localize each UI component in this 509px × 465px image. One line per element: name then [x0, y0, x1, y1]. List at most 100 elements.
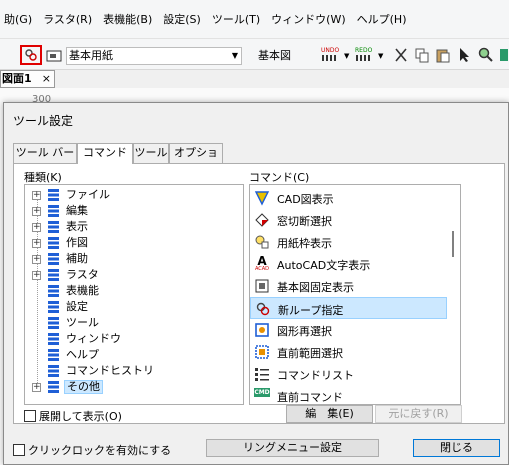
window-cut-select-icon [254, 212, 270, 228]
tree-item[interactable]: ウィンドウ [25, 331, 243, 347]
tree-item[interactable]: + 編集 [25, 203, 243, 219]
command-list-scrollbar[interactable] [447, 185, 460, 404]
restore-button[interactable]: 元に戻す(R) [375, 405, 462, 423]
paper-select[interactable]: 基本用紙 ▼ [66, 47, 242, 65]
tree-item-label: 表示 [66, 220, 88, 233]
command-list-item[interactable]: CMD 直前コマンド [250, 385, 447, 404]
command-list-icon [254, 366, 270, 382]
command-list-item[interactable]: 新ループ指定 [250, 297, 447, 319]
tab-options[interactable]: オプション [169, 143, 223, 177]
expand-view-checkbox[interactable]: 展開して表示(O) [24, 408, 122, 424]
paper-icon[interactable] [45, 47, 63, 65]
tree-item-label: ヘルプ [66, 348, 99, 361]
tree-item[interactable]: 設定 [25, 299, 243, 315]
command-list-item-label: コマンドリスト [277, 369, 354, 382]
command-list-item[interactable]: 基本図固定表示 [250, 275, 447, 297]
scrollbar-thumb[interactable] [452, 231, 454, 257]
tree-item[interactable]: + ファイル [25, 187, 243, 203]
tree-item-label: 作図 [66, 236, 88, 249]
redo-icon[interactable]: REDO [354, 46, 376, 64]
redo-dropdown-icon[interactable]: ▼ [378, 52, 383, 60]
tree-item[interactable]: + ラスタ [25, 267, 243, 283]
command-list-item-label: 直前コマンド [277, 391, 343, 404]
cut-icon[interactable] [392, 46, 410, 64]
expand-plus-icon[interactable]: + [32, 191, 41, 200]
close-icon[interactable]: × [42, 71, 51, 87]
menu-assist[interactable]: 助(G) [4, 11, 32, 27]
reselect-shape-icon [254, 322, 270, 338]
tree-item[interactable]: + 表示 [25, 219, 243, 235]
tab-toolbar[interactable]: ツール バー [13, 143, 77, 163]
paper-frame-icon [254, 234, 270, 250]
tree-item[interactable]: コマンドヒストリ [25, 363, 243, 379]
command-list-item[interactable]: 用紙枠表示 [250, 231, 447, 253]
tree-item[interactable]: ツール [25, 315, 243, 331]
menu-help[interactable]: ヘルプ(H) [357, 11, 407, 27]
copy-icon[interactable] [413, 46, 431, 64]
expand-plus-icon[interactable]: + [32, 271, 41, 280]
undo-dropdown-icon[interactable]: ▼ [344, 52, 349, 60]
command-label: コマンド(C) [249, 171, 310, 184]
previous-range-icon [254, 344, 270, 360]
category-icon [47, 300, 60, 314]
command-list-item[interactable]: CAD図表示 [250, 187, 447, 209]
menu-settings[interactable]: 設定(S) [163, 11, 201, 27]
command-list-item-label: 用紙枠表示 [277, 237, 332, 250]
expand-plus-icon[interactable]: + [32, 383, 41, 392]
tree-item-label: 設定 [66, 300, 88, 313]
edit-button[interactable]: 編 集(E) [286, 405, 373, 423]
category-tree[interactable]: + ファイル + 編集 + 表示 + 作図 + 補助 + ラスタ 表機能 設定 ツール ウィンドウ ヘルプ コマン… [24, 184, 244, 405]
tree-item[interactable]: + 補助 [25, 251, 243, 267]
command-list[interactable]: CMD 直前コマンド コマンドリスト 直前範囲選択 図形再選択 新ループ指定 基本図固定表示… [249, 184, 461, 405]
cad-display-icon [254, 190, 270, 206]
tree-item-label: その他 [64, 380, 103, 394]
category-icon [47, 236, 60, 250]
tree-item[interactable]: + その他 [25, 379, 243, 395]
menu-window[interactable]: ウィンドウ(W) [271, 11, 345, 27]
undo-icon[interactable]: UNDO [320, 46, 342, 64]
redo-icon-text: REDO [355, 47, 373, 54]
base-drawing-label[interactable]: 基本図 [258, 47, 291, 65]
command-list-item[interactable]: 直前範囲選択 [250, 341, 447, 363]
paper-select-value: 基本用紙 [69, 49, 113, 62]
category-icon [47, 252, 60, 266]
tree-item-label: ウィンドウ [66, 332, 121, 345]
menu-tools[interactable]: ツール(T) [212, 11, 260, 27]
expand-plus-icon[interactable]: + [32, 207, 41, 216]
zoom-icon[interactable] [477, 46, 495, 64]
paste-icon[interactable] [434, 46, 452, 64]
category-icon [47, 348, 60, 362]
toolbar-overflow-icon[interactable] [498, 46, 509, 64]
menu-raster[interactable]: ラスタ(R) [43, 11, 92, 27]
tree-item-label: ツール [66, 316, 99, 329]
command-list-item-label: 図形再選択 [277, 325, 332, 338]
click-lock-checkbox-box[interactable] [13, 444, 25, 456]
tree-item[interactable]: 表機能 [25, 283, 243, 299]
main-toolbar: 基本用紙 ▼ 基本図 UNDO ▼ REDO ▼ [0, 38, 509, 70]
tree-item-label: 補助 [66, 252, 88, 265]
ring-menu-settings-button[interactable]: リングメニュー設定 [206, 439, 379, 457]
command-list-item[interactable]: A ACAD AutoCAD文字表示 [250, 253, 447, 275]
pointer-icon[interactable] [456, 46, 474, 64]
tree-item[interactable]: ヘルプ [25, 347, 243, 363]
command-list-item[interactable]: コマンドリスト [250, 363, 447, 385]
expand-plus-icon[interactable]: + [32, 255, 41, 264]
expand-plus-icon[interactable]: + [32, 223, 41, 232]
new-loop-tool-icon[interactable] [20, 45, 42, 65]
tree-item-label: 表機能 [66, 284, 99, 297]
command-list-item[interactable]: 窓切断選択 [250, 209, 447, 231]
tab-drawing-1[interactable]: 図面1 × [0, 70, 55, 88]
expand-view-checkbox-box[interactable] [24, 410, 36, 422]
click-lock-checkbox[interactable]: クリックロックを有効にする [13, 442, 171, 458]
expand-plus-icon[interactable]: + [32, 239, 41, 248]
command-list-item[interactable]: 図形再選択 [250, 319, 447, 341]
tool-settings-dialog: ツール設定 ツール バー コマンド ツール オプション 種類(K) コマンド(C… [3, 102, 509, 465]
menu-table-functions[interactable]: 表機能(B) [103, 11, 152, 27]
tree-item[interactable]: + 作図 [25, 235, 243, 251]
tab-command[interactable]: コマンド [77, 143, 133, 164]
tab-tool[interactable]: ツール [133, 143, 169, 163]
undo-icon-text: UNDO [321, 47, 340, 54]
category-icon [47, 284, 60, 298]
close-button[interactable]: 閉じる [413, 439, 500, 457]
category-icon [47, 220, 60, 234]
